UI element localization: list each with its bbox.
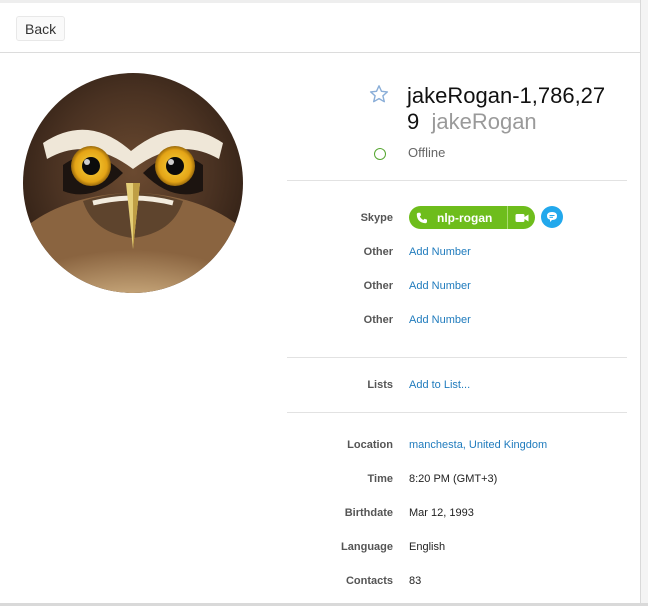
- chat-button[interactable]: [541, 206, 563, 228]
- display-name: jakeRogan-1,786,27: [407, 83, 606, 108]
- time-label: Time: [367, 473, 393, 485]
- other-label: Other: [363, 246, 393, 258]
- location-label: Location: [347, 439, 393, 451]
- contacts-label: Contacts: [345, 575, 393, 587]
- contact-profile-window: Back jakeRogan-1,786,27 9 jakeRogan Offl…: [0, 0, 648, 606]
- add-number-link[interactable]: Add Number: [409, 314, 471, 326]
- chat-icon: [547, 212, 557, 222]
- time-value: 8:20 PM (GMT+3): [409, 473, 498, 485]
- divider: [287, 357, 627, 358]
- contact-name: jakeRogan-1,786,27 9 jakeRogan: [407, 83, 617, 135]
- skype-call-pill: nlp-rogan: [409, 206, 535, 229]
- divider: [287, 180, 627, 181]
- skype-call-button[interactable]: nlp-rogan: [409, 206, 507, 229]
- avatar: [23, 73, 243, 293]
- birthdate-label: Birthdate: [344, 507, 393, 519]
- other-label: Other: [363, 314, 393, 326]
- video-icon: [515, 213, 528, 222]
- birthdate-value: Mar 12, 1993: [409, 507, 474, 519]
- window-edge: [640, 0, 648, 606]
- contacts-count: 83: [409, 575, 422, 587]
- skype-id: nlp-rogan: [437, 210, 493, 225]
- other-label: Other: [363, 280, 393, 292]
- phone-icon: [416, 212, 427, 223]
- location-value[interactable]: manchesta, United Kingdom: [409, 439, 547, 451]
- back-button[interactable]: Back: [16, 16, 66, 41]
- divider: [287, 412, 627, 413]
- status-text: Offline: [408, 145, 446, 160]
- language-value: English: [409, 541, 446, 553]
- skype-label: Skype: [360, 212, 393, 224]
- add-number-link[interactable]: Add Number: [409, 246, 471, 258]
- offline-status-icon: [374, 148, 386, 160]
- language-label: Language: [341, 541, 393, 553]
- star-icon[interactable]: [369, 84, 389, 104]
- video-call-button[interactable]: [508, 206, 535, 229]
- add-to-list-link[interactable]: Add to List...: [409, 379, 470, 391]
- toolbar: Back: [0, 3, 640, 53]
- username: jakeRogan: [431, 109, 537, 134]
- add-number-link[interactable]: Add Number: [409, 280, 471, 292]
- display-name-continued: 9: [407, 109, 420, 134]
- lists-label: Lists: [367, 379, 393, 391]
